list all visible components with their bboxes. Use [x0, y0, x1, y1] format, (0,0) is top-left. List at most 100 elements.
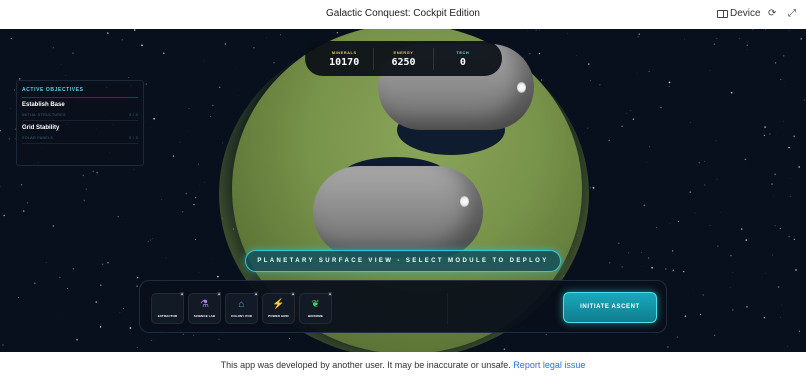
star	[150, 239, 151, 241]
star	[541, 79, 543, 81]
star	[636, 72, 638, 74]
module-badge: ■	[328, 292, 332, 296]
star	[698, 162, 700, 164]
star	[709, 225, 711, 226]
star	[648, 71, 650, 73]
device-button[interactable]: Device	[717, 8, 761, 19]
surface-view-banner: PLANETARY SURFACE VIEW - SELECT MODULE T…	[245, 250, 561, 272]
star	[95, 301, 97, 303]
module-label: EXTRACTOR	[157, 314, 178, 318]
star	[45, 262, 47, 263]
star	[117, 216, 119, 218]
build-dock: ■ EXTRACTOR ■ ⚗ SCIENCE LAB ■ ⌂ COLONY P…	[139, 280, 667, 333]
star	[133, 29, 136, 31]
star	[660, 106, 662, 109]
star	[665, 268, 667, 270]
resource-value: 0	[459, 56, 466, 68]
star	[133, 168, 135, 170]
star	[590, 80, 591, 81]
star	[33, 282, 36, 285]
star	[720, 212, 721, 213]
fullscreen-icon[interactable]: ⤢	[788, 8, 796, 19]
star	[76, 338, 78, 341]
module-button-colony-pod[interactable]: ■ ⌂ COLONY POD	[225, 292, 258, 324]
resource-energy: ENERGY 6250	[374, 50, 432, 68]
star	[61, 64, 62, 65]
report-legal-issue-link[interactable]: Report legal issue	[513, 360, 585, 370]
house-icon: ⌂	[238, 299, 245, 310]
module-button-power-grid[interactable]: ■ ⚡ POWER GRID	[262, 292, 295, 324]
star	[195, 197, 197, 199]
deployed-module[interactable]	[313, 166, 483, 258]
star	[96, 171, 99, 174]
star	[684, 315, 687, 317]
star	[85, 188, 87, 190]
star	[145, 83, 148, 85]
star	[13, 89, 16, 91]
game-viewport[interactable]: MINERALS 10170 ENERGY 6250 TECH 0 ACTIVE…	[0, 29, 806, 352]
star	[218, 86, 221, 89]
star	[730, 287, 731, 288]
module-label: POWER GRID	[268, 314, 289, 318]
resource-hud: MINERALS 10170 ENERGY 6250 TECH 0	[305, 41, 502, 76]
star	[289, 337, 291, 339]
star	[188, 130, 189, 132]
star	[119, 312, 121, 314]
star	[273, 62, 275, 64]
star	[136, 276, 139, 279]
star	[787, 346, 788, 348]
star	[608, 139, 610, 142]
star	[92, 170, 94, 172]
star	[714, 334, 716, 336]
objectives-heading: ACTIVE OBJECTIVES	[22, 87, 138, 98]
star	[648, 146, 650, 148]
star	[765, 272, 767, 274]
resource-label: ENERGY	[393, 49, 414, 55]
star	[619, 263, 621, 265]
resource-value: 6250	[391, 56, 416, 68]
star	[779, 227, 781, 230]
objective-task: INITIAL STRUCTURES	[22, 113, 66, 117]
star	[745, 239, 747, 241]
star	[744, 158, 747, 161]
star	[199, 184, 201, 186]
module-label: COLONY POD	[230, 314, 253, 318]
star	[52, 225, 55, 227]
star	[637, 36, 639, 38]
star	[780, 78, 782, 81]
refresh-icon[interactable]: ⟳	[768, 8, 776, 19]
initiate-ascent-button[interactable]: INITIATE ASCENT	[563, 292, 657, 323]
star	[101, 263, 104, 266]
star	[153, 117, 155, 120]
star	[99, 284, 102, 287]
star	[804, 99, 806, 101]
star	[222, 142, 223, 144]
device-label: Device	[730, 8, 761, 19]
star	[738, 37, 740, 39]
star	[194, 238, 196, 240]
star	[160, 198, 162, 200]
star	[535, 29, 537, 31]
resource-label: TECH	[456, 49, 470, 55]
star	[107, 32, 109, 34]
module-button-biodome[interactable]: ■ ❦ BIODOME	[299, 292, 332, 324]
star	[193, 203, 195, 206]
star	[141, 44, 143, 47]
leaf-icon: ❦	[311, 299, 320, 310]
star	[699, 313, 702, 316]
star	[185, 192, 188, 195]
module-button-science-lab[interactable]: ■ ⚗ SCIENCE LAB	[188, 292, 221, 324]
star	[764, 126, 766, 128]
module-button-extractor[interactable]: ■ EXTRACTOR	[151, 292, 184, 324]
star	[0, 185, 1, 187]
star	[253, 47, 255, 49]
star	[59, 276, 61, 279]
star	[798, 166, 801, 168]
star	[2, 344, 4, 346]
star	[8, 138, 11, 140]
app-header: Galactic Conquest: Cockpit Edition Devic…	[0, 0, 806, 29]
star	[783, 55, 785, 57]
device-icon	[717, 9, 728, 18]
star	[771, 183, 773, 185]
star	[599, 84, 601, 86]
